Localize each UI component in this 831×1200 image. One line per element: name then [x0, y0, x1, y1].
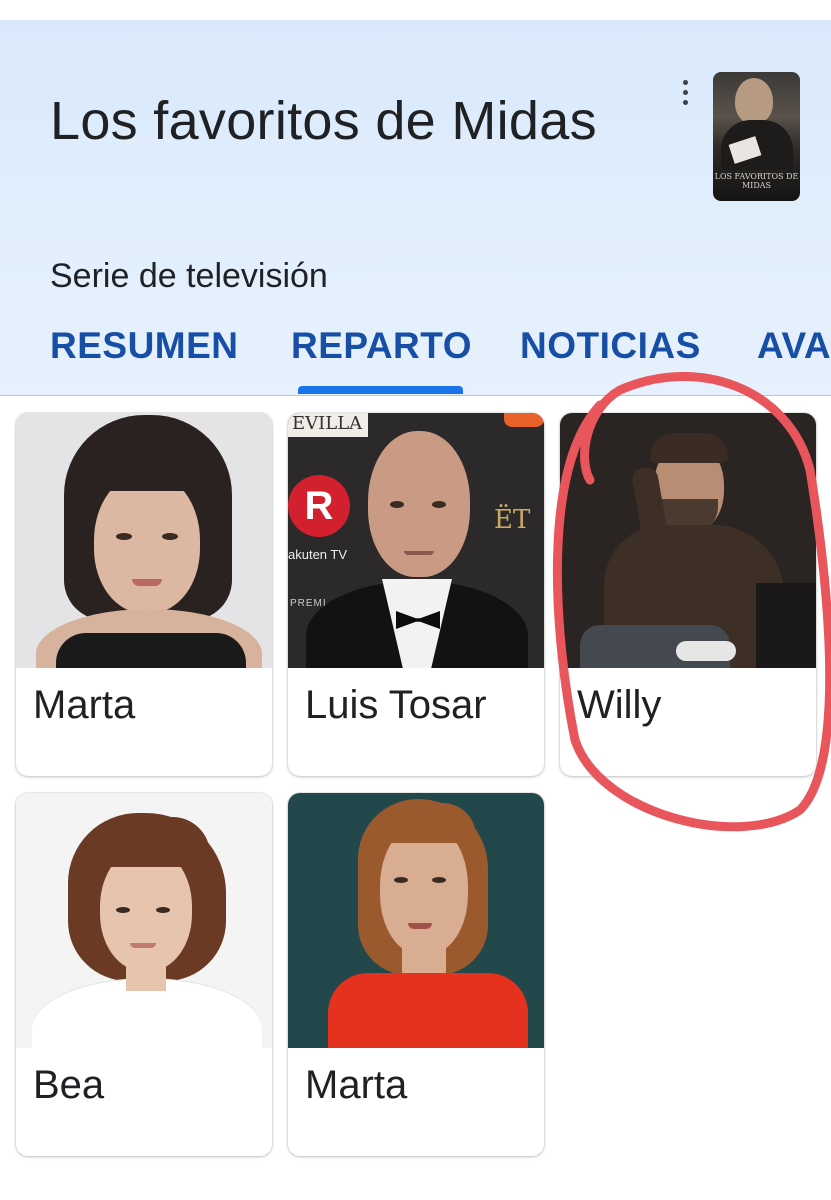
status-bar-spacer — [0, 0, 831, 20]
cast-name: Marta — [33, 683, 136, 727]
photo-fringe — [372, 803, 476, 843]
page-title: Los favoritos de Midas — [50, 91, 597, 151]
photo-eye — [156, 907, 170, 913]
poster-figure-head — [735, 78, 773, 124]
cast-photo — [16, 413, 272, 668]
cast-photo — [560, 413, 816, 668]
photo-backdrop-sevilla: EVILLA — [288, 413, 368, 437]
photo-eye — [432, 501, 446, 508]
cast-name: Luis Tosar — [305, 683, 487, 727]
cast-card-luis-tosar[interactable]: EVILLA R akuten TV PREMI ËT Luis Tosar — [288, 413, 544, 776]
photo-mouth — [130, 943, 156, 948]
tab-reparto[interactable]: REPARTO — [291, 325, 472, 367]
more-options-icon-dot — [682, 89, 688, 95]
photo-sofa — [756, 583, 816, 668]
photo-top — [328, 973, 528, 1048]
photo-backdrop-rakuten-text: akuten TV — [288, 547, 348, 562]
photo-mouth — [408, 923, 432, 929]
cast-name: Willy — [577, 683, 662, 727]
cast-name: Marta — [305, 1063, 408, 1107]
tab-selected-indicator — [298, 386, 463, 394]
photo-mouth — [404, 551, 434, 555]
tab-ava[interactable]: AVA — [757, 325, 831, 367]
series-poster-image[interactable]: LOS FAVORITOS DE MIDAS — [713, 72, 800, 201]
more-options-button[interactable] — [668, 72, 702, 112]
photo-eye — [116, 907, 130, 913]
photo-eye — [394, 877, 408, 883]
photo-top — [56, 633, 246, 668]
photo-eye — [432, 877, 446, 883]
tab-resumen[interactable]: RESUMEN — [50, 325, 239, 367]
cast-card-marta-2[interactable]: Marta — [288, 793, 544, 1156]
photo-fringe — [86, 817, 210, 867]
poster-logo: LOS FAVORITOS DE MIDAS — [714, 172, 799, 190]
photo-eye — [116, 533, 132, 540]
photo-face — [368, 431, 470, 577]
tab-noticias[interactable]: NOTICIAS — [520, 325, 701, 367]
photo-eye — [390, 501, 404, 508]
cast-card-marta[interactable]: Marta — [16, 413, 272, 776]
photo-mouth — [132, 579, 162, 586]
photo-shoe — [676, 641, 736, 661]
more-options-icon — [682, 79, 688, 85]
tab-bar: RESUMEN REPARTO NOTICIAS AVA — [0, 325, 831, 395]
cast-name: Bea — [33, 1063, 105, 1107]
photo-orange-badge — [504, 413, 544, 427]
photo-face — [94, 473, 200, 613]
page-subtitle: Serie de televisión — [50, 257, 328, 295]
photo-backdrop-goya: ËT — [494, 505, 531, 535]
photo-hair — [650, 433, 728, 463]
photo-fringe — [82, 421, 216, 491]
cast-photo — [288, 793, 544, 1048]
more-options-icon-dot — [682, 99, 688, 105]
photo-backdrop-rakuten-logo: R — [288, 475, 350, 537]
cast-card-bea[interactable]: Bea — [16, 793, 272, 1156]
photo-eye — [162, 533, 178, 540]
cast-card-willy[interactable]: Willy — [560, 413, 816, 776]
cast-photo: EVILLA R akuten TV PREMI ËT — [288, 413, 544, 668]
cast-photo — [16, 793, 272, 1048]
photo-neck — [126, 965, 166, 991]
